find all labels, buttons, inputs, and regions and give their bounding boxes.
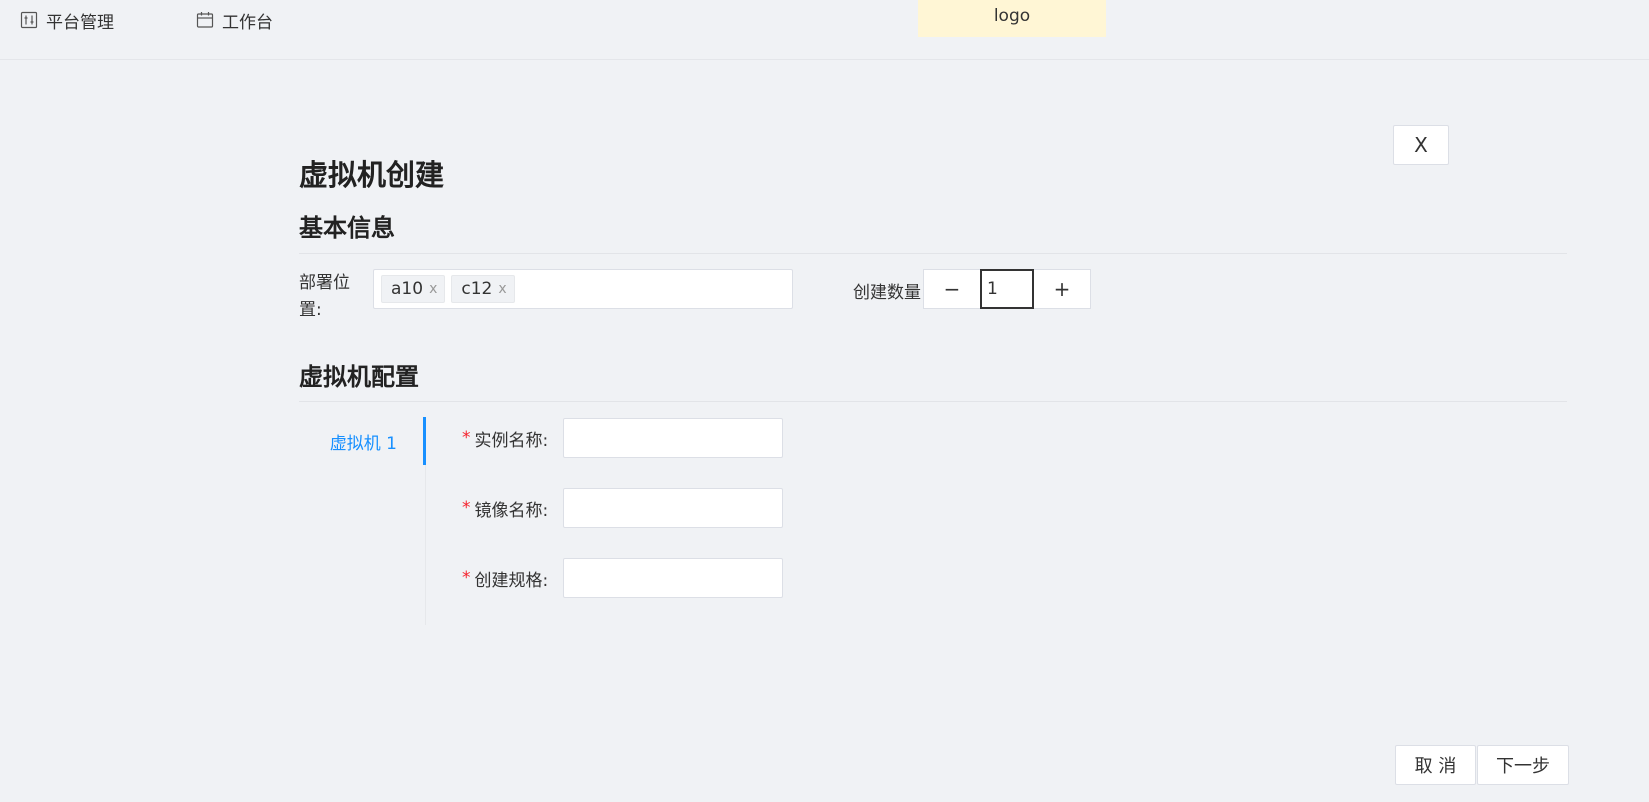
deploy-tag-label: c12 [461,279,493,299]
decrement-button[interactable]: − [923,269,980,309]
deploy-tag: a10 x [381,275,446,303]
form-row-spec: * 创建规格: [462,558,783,598]
spec-input[interactable] [562,558,783,598]
section-title-basic-info: 基本信息 [299,214,395,242]
sliders-icon [20,11,38,29]
increment-button[interactable]: + [1034,269,1091,309]
spec-label: 创建规格: [474,570,549,591]
instance-name-label: 实例名称: [474,430,549,451]
footer-actions: 取 消 下一步 [1395,745,1569,785]
calendar-icon [196,11,214,29]
nav-platform-management[interactable]: 平台管理 [20,8,114,33]
deploy-tag: c12 x [451,275,515,303]
deploy-tag-label: a10 [391,279,424,299]
tag-remove-icon[interactable]: x [498,281,506,297]
required-mark: * [462,568,471,588]
create-count-stepper: − 1 + [923,269,1091,309]
logo: logo [918,0,1106,37]
nav-platform-label: 平台管理 [46,12,114,33]
required-mark: * [462,498,471,518]
nav-workbench-label: 工作台 [222,12,273,33]
form-row-image-name: * 镜像名称: [462,488,783,528]
cancel-button[interactable]: 取 消 [1395,745,1476,785]
deploy-location-select[interactable]: a10 x c12 x [373,269,793,309]
form-row-instance-name: * 实例名称: [462,418,783,458]
next-button[interactable]: 下一步 [1477,745,1569,785]
create-count-input[interactable]: 1 [980,269,1034,309]
section-divider [299,253,1567,254]
nav-workbench[interactable]: 工作台 [196,8,273,33]
required-mark: * [462,428,471,448]
image-name-input[interactable] [562,488,783,528]
deploy-location-label: 部署位置: [299,273,350,320]
close-button[interactable]: X [1393,125,1449,165]
tab-vm-1[interactable]: 虚拟机 1 [299,417,426,465]
top-bar: 平台管理 工作台 logo [0,0,1649,60]
tag-remove-icon[interactable]: x [429,281,437,297]
section-title-vm-config: 虚拟机配置 [299,363,419,391]
section-divider [299,401,1567,402]
create-count-label: 创建数量 [853,283,921,303]
instance-name-input[interactable] [562,418,783,458]
image-name-label: 镜像名称: [474,500,549,521]
page-title: 虚拟机创建 [299,158,445,192]
tab-divider [425,465,426,625]
